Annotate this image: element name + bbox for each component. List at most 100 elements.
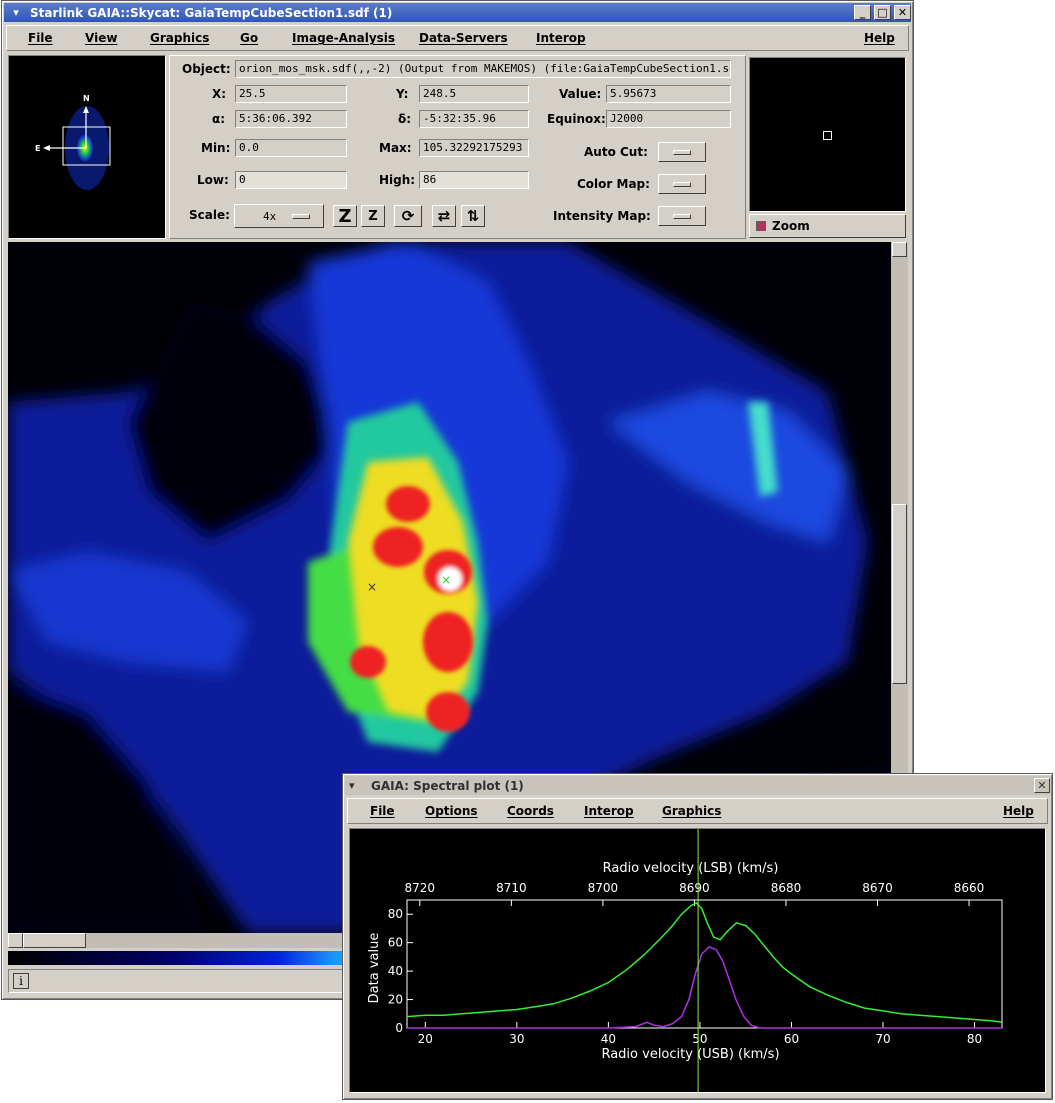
intensitymap-label: Intensity Map: bbox=[553, 209, 651, 223]
low-label: Low: bbox=[197, 173, 229, 187]
spectral-menubar: File Options Coords Interop Graphics Hel… bbox=[347, 798, 1048, 824]
alpha-label: α: bbox=[212, 112, 226, 126]
sp-menu-interop[interactable]: Interop bbox=[584, 804, 634, 818]
info-icon[interactable]: i bbox=[13, 973, 29, 989]
min-field[interactable]: 0.0 bbox=[235, 139, 347, 157]
plot-frame bbox=[406, 899, 1003, 1029]
spectrum-chart: 20 30 40 50 60 70 808720 8710 8700 8690 8680 8670 86… bbox=[367, 829, 1003, 1092]
menu-help[interactable]: Help bbox=[864, 31, 895, 45]
zoom-view[interactable] bbox=[749, 57, 906, 212]
zoom-checkbox-icon bbox=[756, 221, 766, 231]
flip-y-icon[interactable]: ⇅ bbox=[461, 205, 485, 227]
x2-tick-label: 8680 bbox=[771, 881, 802, 895]
x2-axis-label: Radio velocity (LSB) (km/s) bbox=[603, 861, 779, 876]
rotate-icon[interactable]: ⟳ bbox=[394, 205, 422, 227]
value-field[interactable]: 5.95673 bbox=[606, 85, 731, 103]
option-menu-indicator-icon bbox=[673, 213, 691, 219]
autocut-label: Auto Cut: bbox=[584, 145, 648, 159]
scale-value: 4x bbox=[263, 209, 277, 223]
menu-file[interactable]: File bbox=[28, 31, 53, 45]
sp-menu-coords[interactable]: Coords bbox=[507, 804, 554, 818]
window-menu-icon[interactable]: ▾ bbox=[8, 5, 24, 20]
min-label: Min: bbox=[201, 141, 231, 155]
sp-menu-graphics[interactable]: Graphics bbox=[662, 804, 721, 818]
max-field[interactable]: 105.32292175293 bbox=[419, 139, 529, 157]
window-menu-icon[interactable]: ▾ bbox=[349, 779, 365, 792]
x2-tick-label: 8710 bbox=[496, 881, 527, 895]
colormap-menu[interactable] bbox=[658, 174, 706, 194]
high-label: High: bbox=[379, 173, 416, 187]
x-tick-label: 80 bbox=[967, 1032, 982, 1046]
x-tick-label: 40 bbox=[601, 1032, 616, 1046]
flip-x-icon[interactable]: ⇄ bbox=[432, 205, 456, 227]
minimize-button[interactable]: _ bbox=[854, 5, 871, 20]
zoom-in-icon[interactable]: Z bbox=[333, 205, 357, 227]
vscroll-thumb[interactable] bbox=[892, 504, 907, 684]
autocut-menu[interactable] bbox=[658, 142, 706, 162]
y-tick-label: 20 bbox=[388, 993, 403, 1007]
spectral-window: ▾ GAIA: Spectral plot (1) ✕ File Options… bbox=[342, 773, 1053, 1100]
menu-go[interactable]: Go bbox=[240, 31, 258, 45]
series-line-0 bbox=[406, 901, 1003, 1024]
spectrum-position-icon: × bbox=[441, 573, 451, 587]
x-tick-label: 30 bbox=[509, 1032, 524, 1046]
panner-image: N E bbox=[35, 94, 111, 190]
main-titlebar[interactable]: ▾ Starlink GAIA::Skycat: GaiaTempCubeSec… bbox=[4, 3, 911, 22]
x2-tick-label: 8700 bbox=[588, 881, 619, 895]
maximize-button[interactable]: □ bbox=[874, 5, 891, 20]
x-label: X: bbox=[212, 87, 227, 101]
equinox-field[interactable]: J2000 bbox=[606, 110, 731, 128]
menu-graphics[interactable]: Graphics bbox=[150, 31, 209, 45]
zoom-toggle[interactable]: Zoom bbox=[749, 214, 906, 238]
zoom-label: Zoom bbox=[772, 219, 810, 233]
equinox-label: Equinox: bbox=[547, 112, 606, 126]
panner-view[interactable]: N E bbox=[8, 55, 166, 239]
hscroll-thumb[interactable] bbox=[23, 933, 86, 948]
value-label: Value: bbox=[559, 87, 602, 101]
y-field[interactable]: 248.5 bbox=[419, 85, 529, 103]
y-tick-label: 80 bbox=[388, 907, 403, 921]
menu-image-analysis[interactable]: Image-Analysis bbox=[292, 31, 395, 45]
x2-tick-label: 8720 bbox=[405, 881, 436, 895]
x-field[interactable]: 25.5 bbox=[235, 85, 347, 103]
y-label: Y: bbox=[396, 87, 409, 101]
scroll-left-arrow-icon[interactable] bbox=[8, 933, 23, 948]
sp-menu-options[interactable]: Options bbox=[425, 804, 478, 818]
sp-menu-help[interactable]: Help bbox=[1003, 804, 1034, 818]
option-menu-indicator-icon bbox=[673, 181, 691, 187]
spectral-plot-area[interactable]: 20 30 40 50 60 70 80 8720 8710 8700 8690 8680 8670 86… bbox=[349, 828, 1046, 1093]
menu-interop[interactable]: Interop bbox=[536, 31, 586, 45]
option-menu-indicator-icon bbox=[292, 213, 311, 219]
max-label: Max: bbox=[379, 141, 412, 155]
zoom-out-icon[interactable]: Z bbox=[361, 205, 385, 227]
scale-label: Scale: bbox=[189, 208, 230, 222]
menu-view[interactable]: View bbox=[85, 31, 117, 45]
spectral-title: GAIA: Spectral plot (1) bbox=[371, 778, 524, 793]
close-button[interactable]: ✕ bbox=[1034, 778, 1050, 793]
window-title: Starlink GAIA::Skycat: GaiaTempCubeSecti… bbox=[30, 5, 393, 20]
menu-data-servers[interactable]: Data-Servers bbox=[419, 31, 508, 45]
y-tick-label: 0 bbox=[395, 1021, 403, 1035]
scroll-up-arrow-icon[interactable] bbox=[892, 242, 907, 257]
x-tick-label: 20 bbox=[418, 1032, 433, 1046]
scale-menu[interactable]: 4x bbox=[234, 204, 324, 228]
low-field[interactable]: 0 bbox=[235, 171, 347, 189]
intensitymap-menu[interactable] bbox=[658, 206, 706, 226]
x2-tick-label: 8660 bbox=[954, 881, 985, 895]
object-field[interactable]: orion_mos_msk.sdf(,,-2) (Output from MAK… bbox=[235, 60, 731, 78]
sp-menu-file[interactable]: File bbox=[370, 804, 395, 818]
colormap-label: Color Map: bbox=[577, 177, 650, 191]
y-axis-label: Data value bbox=[367, 933, 382, 1004]
x-tick-label: 50 bbox=[692, 1032, 707, 1046]
spectral-titlebar[interactable]: ▾ GAIA: Spectral plot (1) ✕ bbox=[345, 776, 1050, 795]
delta-field[interactable]: -5:32:35.96 bbox=[419, 110, 529, 128]
option-menu-indicator-icon bbox=[673, 149, 691, 155]
y-tick-label: 40 bbox=[388, 964, 403, 978]
object-label: Object: bbox=[182, 62, 231, 76]
close-button[interactable]: ✕ bbox=[894, 5, 911, 20]
x-tick-label: 70 bbox=[875, 1032, 890, 1046]
alpha-field[interactable]: 5:36:06.392 bbox=[235, 110, 347, 128]
main-menubar: File View Graphics Go Image-Analysis Dat… bbox=[6, 25, 909, 51]
x-axis-label: Radio velocity (USB) (km/s) bbox=[601, 1047, 779, 1062]
high-field[interactable]: 86 bbox=[419, 171, 529, 189]
